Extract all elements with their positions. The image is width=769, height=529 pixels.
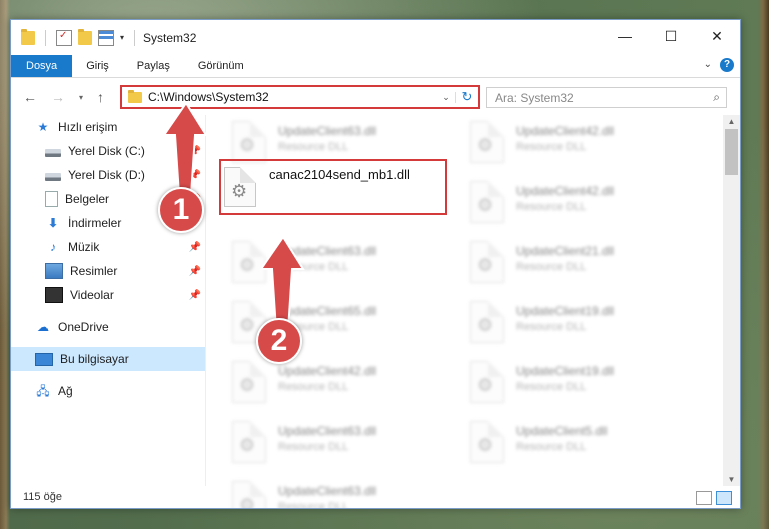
annotation-arrows [162, 101, 305, 331]
callout-2: 2 [256, 318, 302, 364]
arrow-2 [259, 235, 305, 331]
callout-1: 1 [158, 187, 204, 233]
arrow-1 [162, 101, 208, 196]
